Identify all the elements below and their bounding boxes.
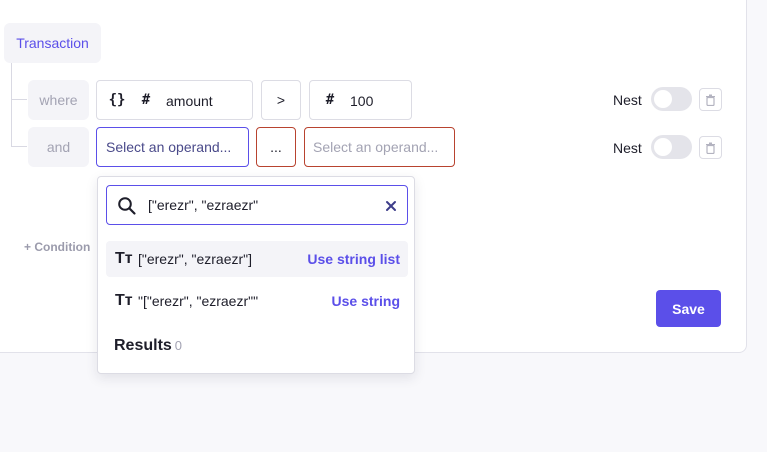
operand-search[interactable]: ["erezr", "ezraezr" [106, 185, 408, 225]
option-string[interactable]: Tт "["erezr", "ezraezr"" Use string [106, 283, 408, 319]
option-label: "["erezr", "ezraezr"" [138, 293, 259, 309]
results-count: 0 [174, 338, 183, 353]
nest-toggle[interactable] [651, 135, 692, 159]
tree-connector [11, 146, 27, 147]
right-operand-select[interactable]: Select an operand... [304, 127, 455, 167]
use-string-action[interactable]: Use string [332, 293, 400, 309]
save-button[interactable]: Save [656, 290, 721, 327]
toggle-knob [654, 138, 672, 156]
conjunction-and: and [28, 127, 89, 167]
option-label: ["erezr", "ezraezr"] [138, 251, 253, 267]
left-operand-value: amount [166, 93, 213, 109]
delete-button[interactable] [699, 88, 722, 111]
search-input[interactable]: ["erezr", "ezraezr" [148, 197, 258, 213]
text-type-icon: Tт [115, 250, 133, 267]
tree-connector [11, 99, 27, 100]
operator-select[interactable]: ... [256, 127, 296, 167]
right-operand-field[interactable]: # 100 [309, 80, 412, 120]
root-object-label[interactable]: Transaction [4, 23, 101, 63]
operator-select[interactable]: > [261, 80, 301, 120]
nest-label: Nest [613, 92, 642, 108]
trash-icon [706, 94, 715, 106]
object-icon: {} [108, 92, 126, 108]
number-icon: # [141, 92, 151, 108]
results-label: Results [114, 337, 172, 354]
toggle-knob [654, 90, 672, 108]
option-string-list[interactable]: Tт ["erezr", "ezraezr"] Use string list [106, 241, 408, 277]
operand-dropdown: ["erezr", "ezraezr" Tт ["erezr", "ezraez… [97, 176, 415, 374]
use-string-list-action[interactable]: Use string list [307, 251, 400, 267]
text-type-icon: Tт [115, 292, 133, 309]
conjunction-where: where [28, 80, 89, 120]
search-icon [118, 197, 136, 215]
clear-icon[interactable] [385, 200, 397, 212]
number-icon: # [325, 92, 335, 108]
add-condition-button[interactable]: + Condition [24, 240, 90, 254]
left-operand-select[interactable]: Select an operand... [96, 127, 249, 167]
nest-toggle[interactable] [651, 87, 692, 111]
left-operand-field[interactable]: {} # amount [96, 80, 253, 120]
nest-label: Nest [613, 140, 642, 156]
results-header: Results 0 [114, 337, 182, 355]
trash-icon [706, 142, 715, 154]
delete-button[interactable] [699, 136, 722, 159]
tree-connector [11, 63, 12, 146]
right-operand-value: 100 [350, 93, 374, 109]
